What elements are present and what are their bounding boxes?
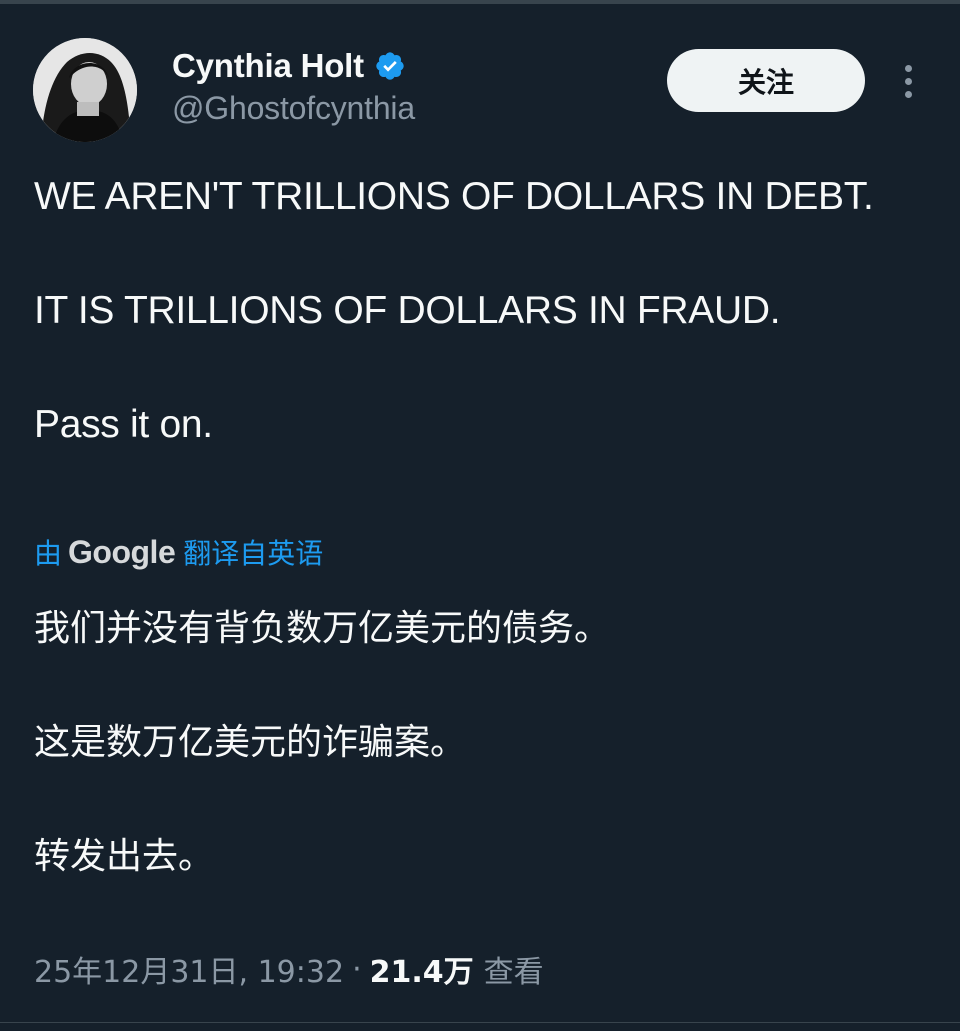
bottom-divider — [0, 1022, 960, 1023]
follow-button[interactable]: 关注 — [667, 49, 865, 112]
author-info: Cynthia Holt @Ghostofcynthia — [172, 44, 415, 127]
tweet-paragraph: WE AREN'T TRILLIONS OF DOLLARS IN DEBT. — [34, 175, 874, 218]
avatar[interactable] — [33, 38, 137, 142]
display-name[interactable]: Cynthia Holt — [172, 47, 364, 85]
more-dot — [904, 77, 912, 85]
google-logo: Google — [68, 533, 176, 570]
tweet-paragraph: Pass it on. — [34, 403, 213, 446]
meta-separator: · — [352, 951, 362, 987]
translated-paragraph: 转发出去。 — [34, 836, 215, 877]
translated-paragraph: 这是数万亿美元的诈骗案。 — [34, 722, 467, 763]
tweet-header: Cynthia Holt @Ghostofcynthia 关注 — [0, 0, 960, 150]
user-handle[interactable]: @Ghostofcynthia — [172, 90, 415, 127]
more-vertical-icon[interactable] — [890, 58, 926, 104]
avatar-photo — [33, 38, 137, 142]
translation-prefix: 由 — [34, 537, 63, 570]
more-dot — [904, 90, 912, 98]
translated-paragraph: 我们并没有背负数万亿美元的债务。 — [34, 608, 611, 649]
views-label[interactable]: 查看 — [484, 947, 544, 991]
translation-attribution[interactable]: 由 Google 翻译自英语 — [34, 530, 323, 574]
display-name-row: Cynthia Holt — [172, 44, 415, 88]
views-count[interactable]: 21.4万 — [370, 947, 474, 991]
tweet-text: WE AREN'T TRILLIONS OF DOLLARS IN DEBT. … — [34, 168, 914, 453]
tweet-meta: 25年12月31日, 19:32 · 21.4万 查看 — [34, 945, 544, 993]
translation-suffix: 翻译自英语 — [183, 537, 324, 570]
tweet-paragraph: IT IS TRILLIONS OF DOLLARS IN FRAUD. — [34, 289, 781, 332]
translated-text: 我们并没有背负数万亿美元的债务。 这是数万亿美元的诈骗案。 转发出去。 — [34, 600, 914, 885]
verified-badge-icon[interactable] — [374, 50, 406, 82]
timestamp[interactable]: 25年12月31日, 19:32 — [34, 947, 344, 991]
more-dot — [904, 64, 912, 72]
